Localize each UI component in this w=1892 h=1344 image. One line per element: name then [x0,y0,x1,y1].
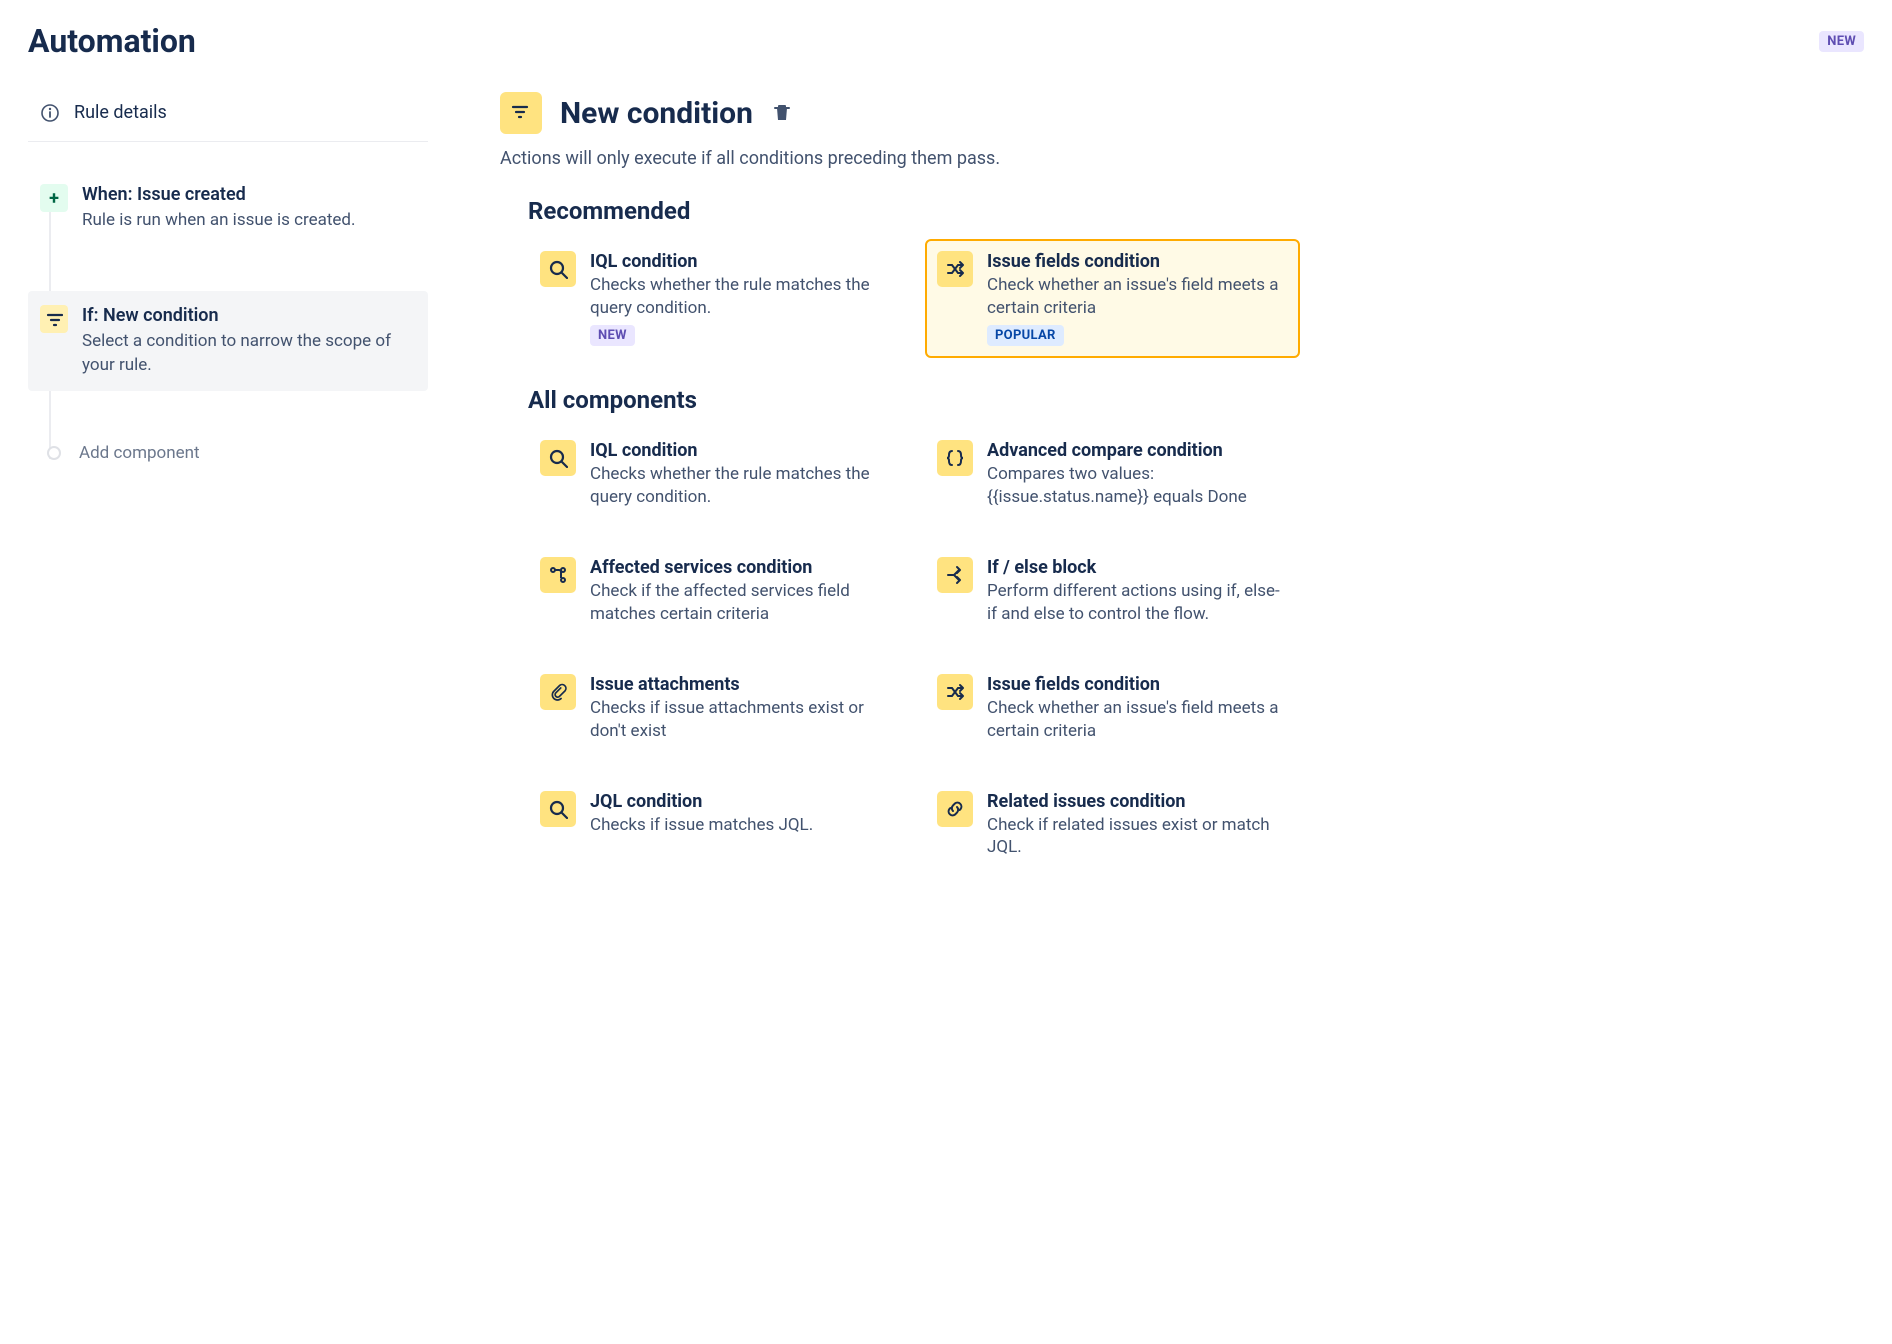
filter-icon [500,92,542,134]
rule-step-condition[interactable]: If: New condition Select a condition to n… [28,291,428,392]
add-circle-icon [47,446,61,460]
delete-button[interactable] [771,102,793,124]
attachment-icon [540,674,576,710]
recommended-grid: IQL conditionChecks whether the rule mat… [528,239,1300,358]
card-title: Affected services condition [590,557,891,578]
card-desc: Check whether an issue's field meets a c… [987,697,1288,743]
braces-icon [937,440,973,476]
card-badge: NEW [590,325,635,346]
add-component-label: Add component [79,443,200,463]
card-desc: Check if related issues exist or match J… [987,814,1288,860]
card-desc: Compares two values: {{issue.status.name… [987,463,1288,509]
main-panel: New condition Actions will only execute … [500,92,1300,903]
card-title: IQL condition [590,440,891,461]
condition-card[interactable]: If / else blockPerform different actions… [925,545,1300,642]
card-badge: POPULAR [987,325,1064,346]
card-title: Advanced compare condition [987,440,1288,461]
card-title: Issue fields condition [987,251,1288,272]
rule-details-link[interactable]: Rule details [28,92,428,142]
info-icon [40,103,60,123]
step-desc: Select a condition to narrow the scope o… [82,330,416,378]
card-desc: Check if the affected services field mat… [590,580,891,626]
condition-card[interactable]: Issue fields conditionCheck whether an i… [925,662,1300,759]
search-icon [540,440,576,476]
card-desc: Checks if issue attachments exist or don… [590,697,891,743]
search-icon [540,251,576,287]
condition-card[interactable]: Related issues conditionCheck if related… [925,779,1300,876]
condition-card[interactable]: Advanced compare conditionCompares two v… [925,428,1300,525]
shuffle-icon [937,674,973,710]
sidebar: Rule details + When: Issue created Rule is… [28,92,428,903]
card-desc: Check whether an issue's field meets a c… [987,274,1288,320]
step-title: If: New condition [82,305,416,326]
branch-icon [540,557,576,593]
page-header: Automation NEW [28,22,1864,60]
new-badge: NEW [1819,31,1864,52]
main-subtitle: Actions will only execute if all conditi… [500,148,1300,169]
search-icon [540,791,576,827]
condition-card[interactable]: IQL conditionChecks whether the rule mat… [528,239,903,358]
rule-details-label: Rule details [74,102,167,123]
condition-card[interactable]: IQL conditionChecks whether the rule mat… [528,428,903,525]
section-title-all: All components [528,386,1300,414]
condition-card[interactable]: JQL conditionChecks if issue matches JQL… [528,779,903,876]
step-desc: Rule is run when an issue is created. [82,209,356,233]
card-desc: Checks whether the rule matches the quer… [590,274,891,320]
plus-icon: + [40,184,68,212]
card-title: JQL condition [590,791,813,812]
add-component-button[interactable]: Add component [28,435,428,471]
condition-card[interactable]: Affected services conditionCheck if the … [528,545,903,642]
card-title: Related issues condition [987,791,1288,812]
section-title-recommended: Recommended [528,197,1300,225]
card-desc: Checks if issue matches JQL. [590,814,813,837]
rule-step-trigger[interactable]: + When: Issue created Rule is run when an … [28,170,428,247]
step-title: When: Issue created [82,184,356,205]
all-components-grid: IQL conditionChecks whether the rule mat… [528,428,1300,876]
card-desc: Perform different actions using if, else… [987,580,1288,626]
condition-card[interactable]: Issue attachmentsChecks if issue attachm… [528,662,903,759]
rule-step-list: + When: Issue created Rule is run when an … [28,170,428,471]
condition-card[interactable]: Issue fields conditionCheck whether an i… [925,239,1300,358]
card-desc: Checks whether the rule matches the quer… [590,463,891,509]
main-header: New condition [500,92,1300,134]
filter-icon [40,305,68,333]
page-title: Automation [28,22,196,60]
card-title: Issue fields condition [987,674,1288,695]
card-title: If / else block [987,557,1288,578]
main-title: New condition [560,96,753,131]
shuffle-icon [937,251,973,287]
card-title: IQL condition [590,251,891,272]
card-title: Issue attachments [590,674,891,695]
link-icon [937,791,973,827]
ifelse-icon [937,557,973,593]
